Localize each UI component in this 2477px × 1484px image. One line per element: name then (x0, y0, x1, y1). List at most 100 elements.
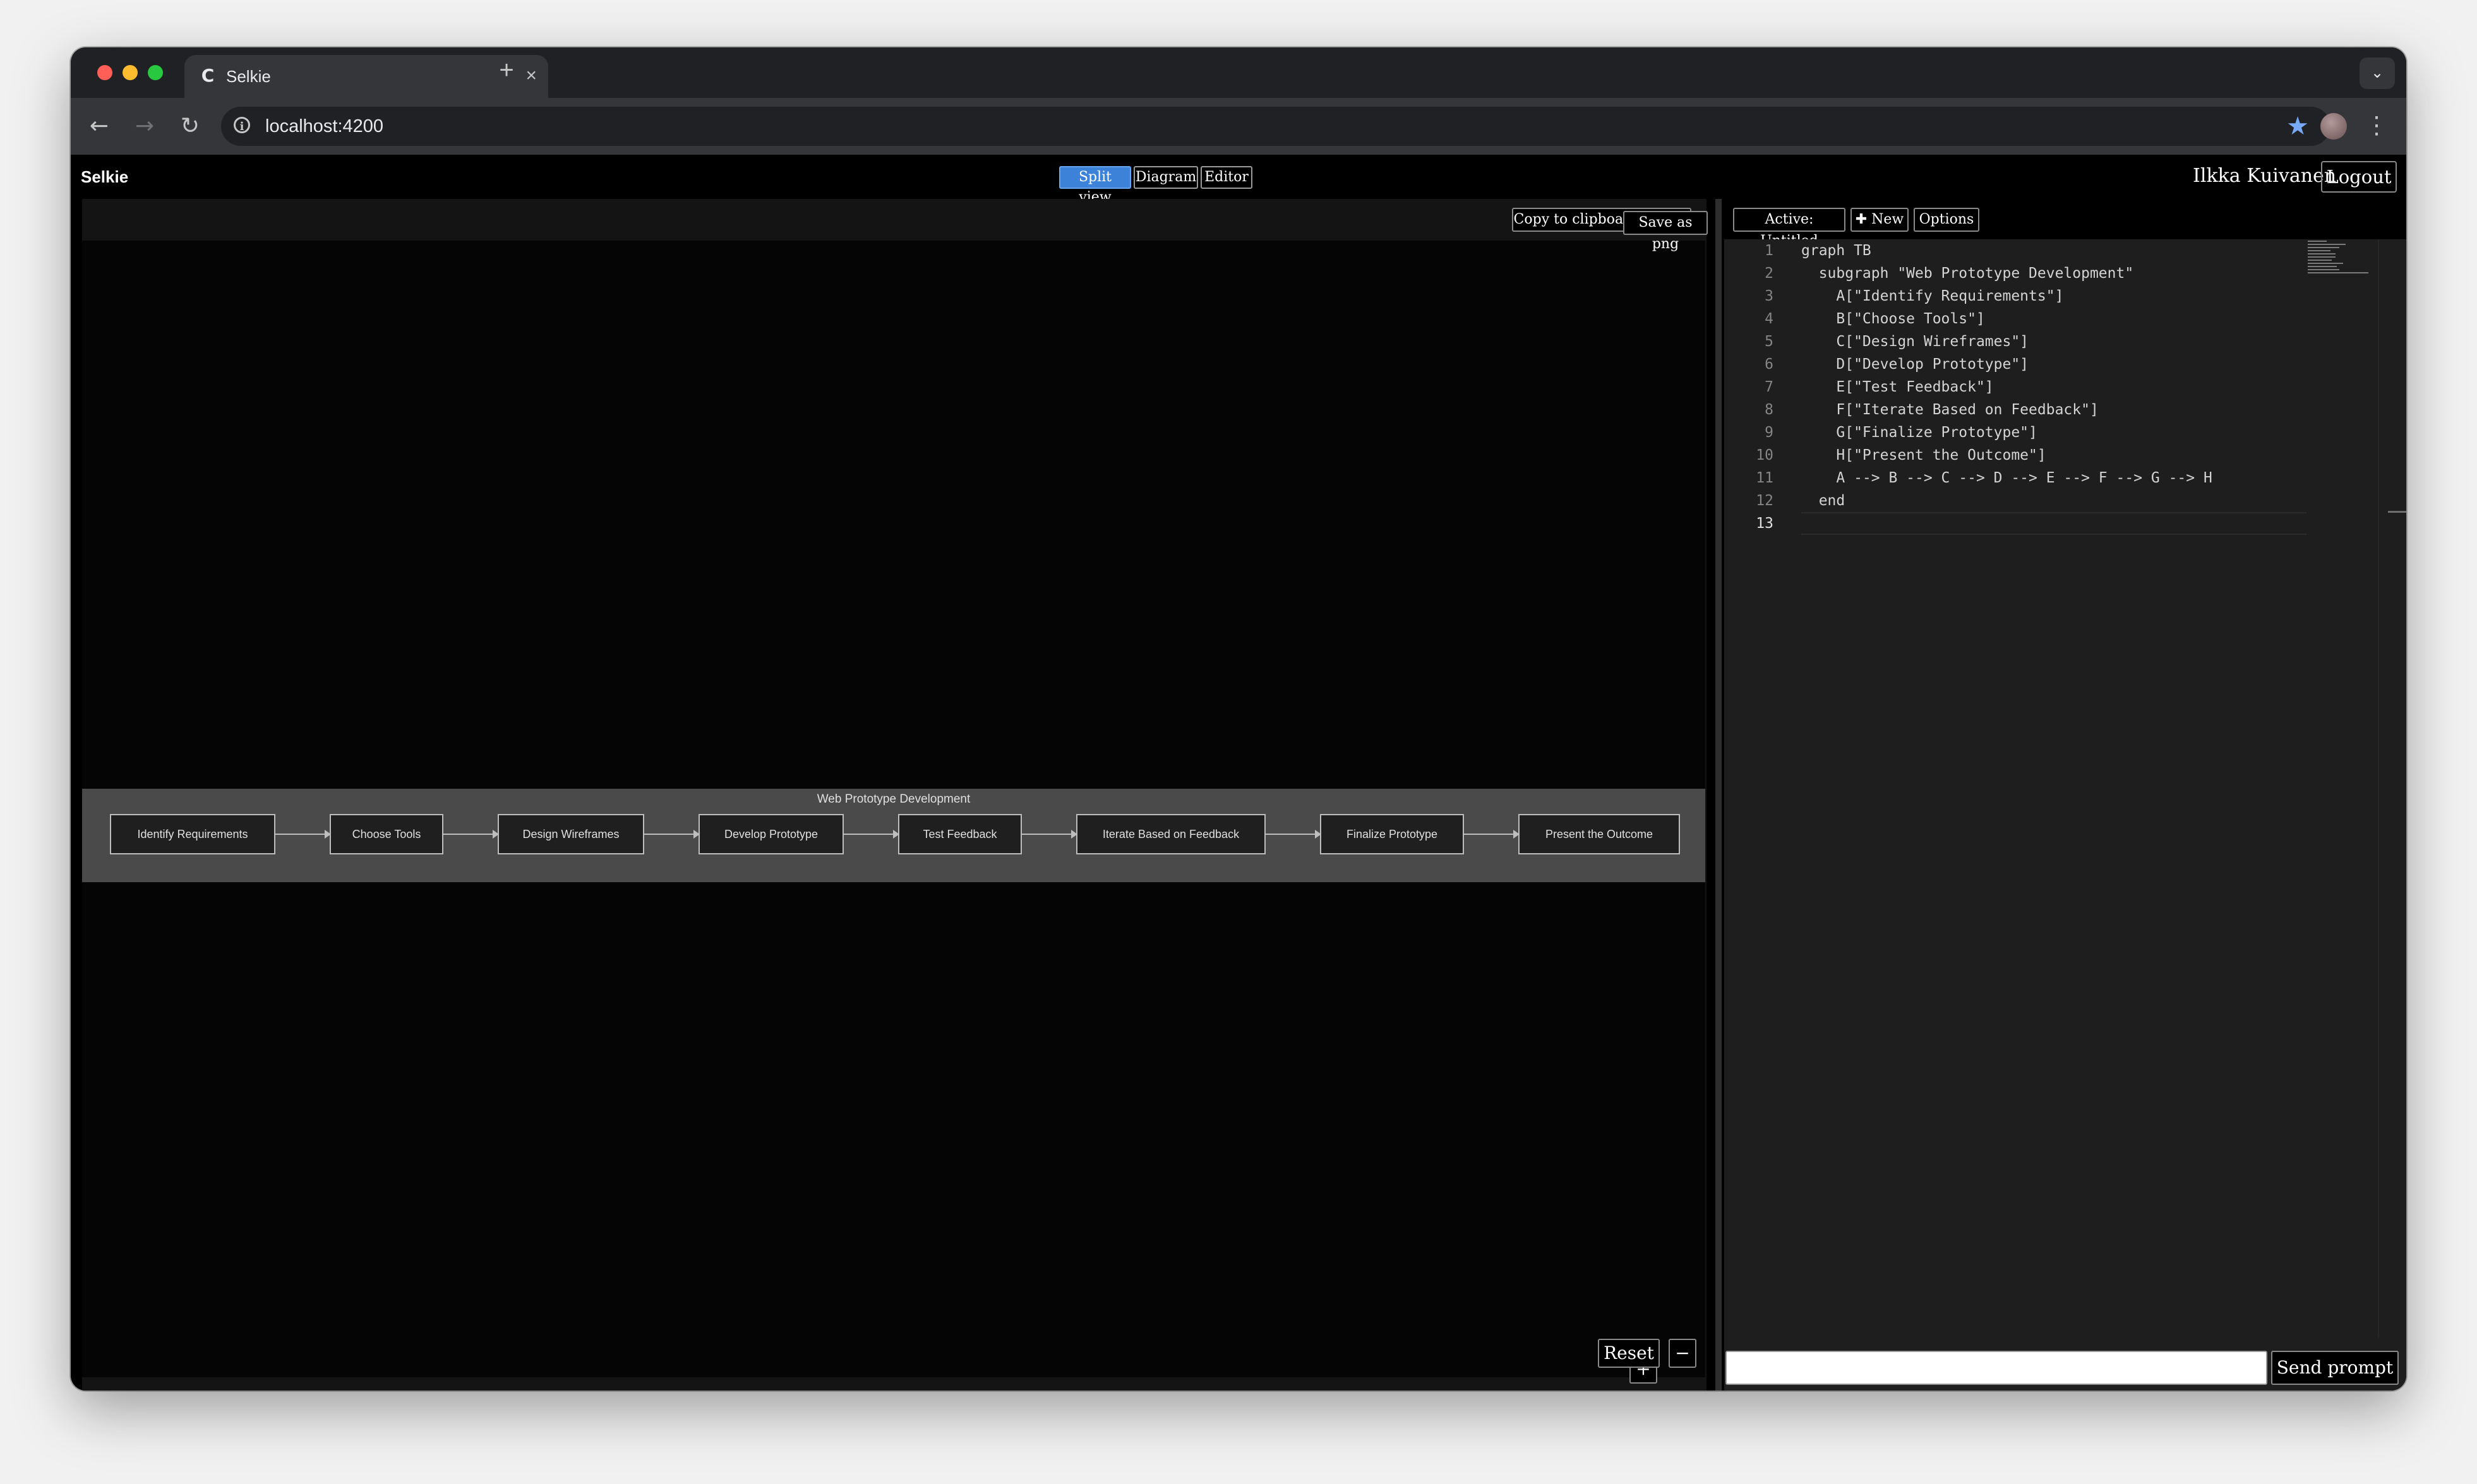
node-develop-prototype[interactable]: Develop Prototype (699, 814, 844, 854)
editor-actions: Active: Untitled ✚ New Options (1724, 199, 2406, 249)
minimap-line (2308, 266, 2337, 267)
minimap-line (2308, 241, 2327, 242)
node-design-wireframes[interactable]: Design Wireframes (498, 814, 644, 854)
close-window-button[interactable] (97, 65, 112, 80)
tab-strip: C Selkie × + ⌄ (71, 47, 2406, 98)
edge-e-f (1022, 830, 1077, 839)
node-identify-requirements[interactable]: Identify Requirements (110, 814, 275, 854)
active-document-button[interactable]: Active: Untitled (1733, 208, 1845, 249)
code-line: G["Finalize Prototype"] (1801, 424, 2037, 441)
line-number: 6 (1765, 356, 1773, 373)
code-line: A["Identify Requirements"] (1801, 288, 2064, 304)
reset-zoom-button[interactable]: Reset (1598, 1339, 1660, 1368)
edge-g-h (1464, 830, 1520, 839)
new-tab-icon[interactable]: + (493, 56, 520, 84)
new-document-button[interactable]: ✚ New (1850, 208, 1909, 232)
url-text[interactable]: localhost:4200 (265, 116, 383, 137)
minimap-line (2308, 263, 2343, 264)
line-number: 4 (1765, 311, 1773, 327)
line-number: 11 (1756, 470, 1773, 486)
subgraph-title: Web Prototype Development (817, 793, 971, 806)
line-number: 7 (1765, 379, 1773, 395)
tab-title: Selkie (226, 67, 271, 86)
close-tab-icon[interactable]: × (525, 65, 537, 87)
plus-icon: ✚ (1855, 212, 1868, 227)
user-name: Ilkka Kuivanen (2193, 165, 2337, 187)
app-header: Selkie Split view Diagram Editor Ilkka K… (71, 155, 2406, 205)
editor-pane: Active: Untitled ✚ New Options 1 2 3 4 5… (1724, 199, 2406, 1391)
node-iterate-based-on-feedback[interactable]: Iterate Based on Feedback (1076, 814, 1266, 854)
node-finalize-prototype[interactable]: Finalize Prototype (1320, 814, 1464, 854)
code-line: C["Design Wireframes"] (1801, 333, 2029, 350)
editor-scrollbar[interactable] (2378, 239, 2406, 1338)
minimize-window-button[interactable] (123, 65, 138, 80)
line-number: 10 (1756, 447, 1773, 464)
browser-toolbar: ← → ↻ i localhost:4200 ★ ⋮ (71, 98, 2406, 155)
line-number: 13 (1756, 515, 1773, 532)
browser-menu-icon[interactable]: ⋮ (2365, 109, 2389, 142)
line-number: 5 (1765, 333, 1773, 350)
code-line: end (1801, 493, 1845, 509)
code-line: E["Test Feedback"] (1801, 379, 1994, 395)
site-info-icon[interactable]: i (234, 117, 250, 133)
edge-d-e (844, 830, 899, 839)
code-line: B["Choose Tools"] (1801, 311, 1985, 327)
maximize-window-button[interactable] (148, 65, 163, 80)
minimap-line (2308, 253, 2336, 254)
node-present-the-outcome[interactable]: Present the Outcome (1518, 814, 1680, 854)
tab-search-chevron-icon[interactable]: ⌄ (2360, 57, 2395, 89)
bookmark-star-icon[interactable]: ★ (2286, 113, 2309, 140)
line-number-gutter: 1 2 3 4 5 6 7 8 9 10 11 12 13 (1724, 239, 1794, 1338)
code-line: D["Develop Prototype"] (1801, 356, 2029, 373)
code-minimap[interactable] (2308, 239, 2377, 277)
edge-c-d (644, 830, 700, 839)
new-document-label: New (1871, 212, 1904, 227)
line-number: 9 (1765, 424, 1773, 441)
forward-arrow-icon[interactable]: → (129, 111, 160, 142)
scrollbar-position-marker (2388, 511, 2406, 513)
minimap-line (2308, 244, 2346, 245)
minimap-line (2308, 260, 2332, 261)
save-png-button[interactable]: Save as png (1623, 211, 1708, 252)
line-number: 1 (1765, 242, 1773, 259)
selkie-app: Selkie Split view Diagram Editor Ilkka K… (71, 155, 2406, 1391)
editor-view-button[interactable]: Editor (1201, 166, 1252, 189)
current-line-highlight (1801, 512, 2306, 535)
code-line: H["Present the Outcome"] (1801, 447, 2046, 464)
diagram-actions: Copy to clipboard as png (82, 199, 1706, 239)
back-arrow-icon[interactable]: ← (83, 111, 115, 142)
code-editor[interactable]: 1 2 3 4 5 6 7 8 9 10 11 12 13 graph TB s… (1724, 239, 2406, 1338)
node-choose-tools[interactable]: Choose Tools (330, 814, 443, 854)
minimap-line (2308, 269, 2339, 270)
diagram-canvas[interactable]: Web Prototype Development Identify Requi… (82, 241, 1705, 1377)
diagram-view-button[interactable]: Diagram (1134, 166, 1198, 189)
pane-splitter[interactable] (1715, 199, 1722, 1391)
options-button[interactable]: Options (1914, 208, 1979, 232)
logout-button[interactable]: Logout (2321, 161, 2397, 193)
prompt-input[interactable] (1725, 1351, 2267, 1385)
minimap-line (2308, 247, 2339, 248)
favicon-icon: C (201, 65, 215, 86)
send-prompt-button[interactable]: Send prompt (2271, 1351, 2399, 1385)
code-line: graph TB (1801, 242, 1871, 259)
minimap-line (2308, 250, 2330, 251)
minimap-line (2308, 256, 2336, 258)
node-test-feedback[interactable]: Test Feedback (898, 814, 1022, 854)
code-line: A --> B --> C --> D --> E --> F --> G --… (1801, 470, 2212, 486)
address-bar[interactable]: i localhost:4200 ★ (221, 107, 2330, 146)
line-number: 8 (1765, 402, 1773, 418)
minimap-line (2308, 272, 2368, 273)
code-line: subgraph "Web Prototype Development" (1801, 265, 2134, 282)
diagram-pane: Copy to clipboard as png Web Prototype D… (82, 199, 1706, 1391)
line-number: 2 (1765, 265, 1773, 282)
edge-a-b (275, 830, 331, 839)
profile-avatar[interactable] (2320, 113, 2347, 140)
reload-icon[interactable]: ↻ (174, 111, 206, 142)
app-brand: Selkie (81, 167, 129, 186)
split-view-button[interactable]: Split view (1059, 166, 1131, 205)
edge-b-c (443, 830, 499, 839)
code-line: F["Iterate Based on Feedback"] (1801, 402, 2099, 418)
zoom-out-button[interactable]: − (1669, 1339, 1696, 1368)
edge-f-g (1266, 830, 1321, 839)
subgraph-web-prototype-development: Web Prototype Development Identify Requi… (82, 789, 1705, 882)
